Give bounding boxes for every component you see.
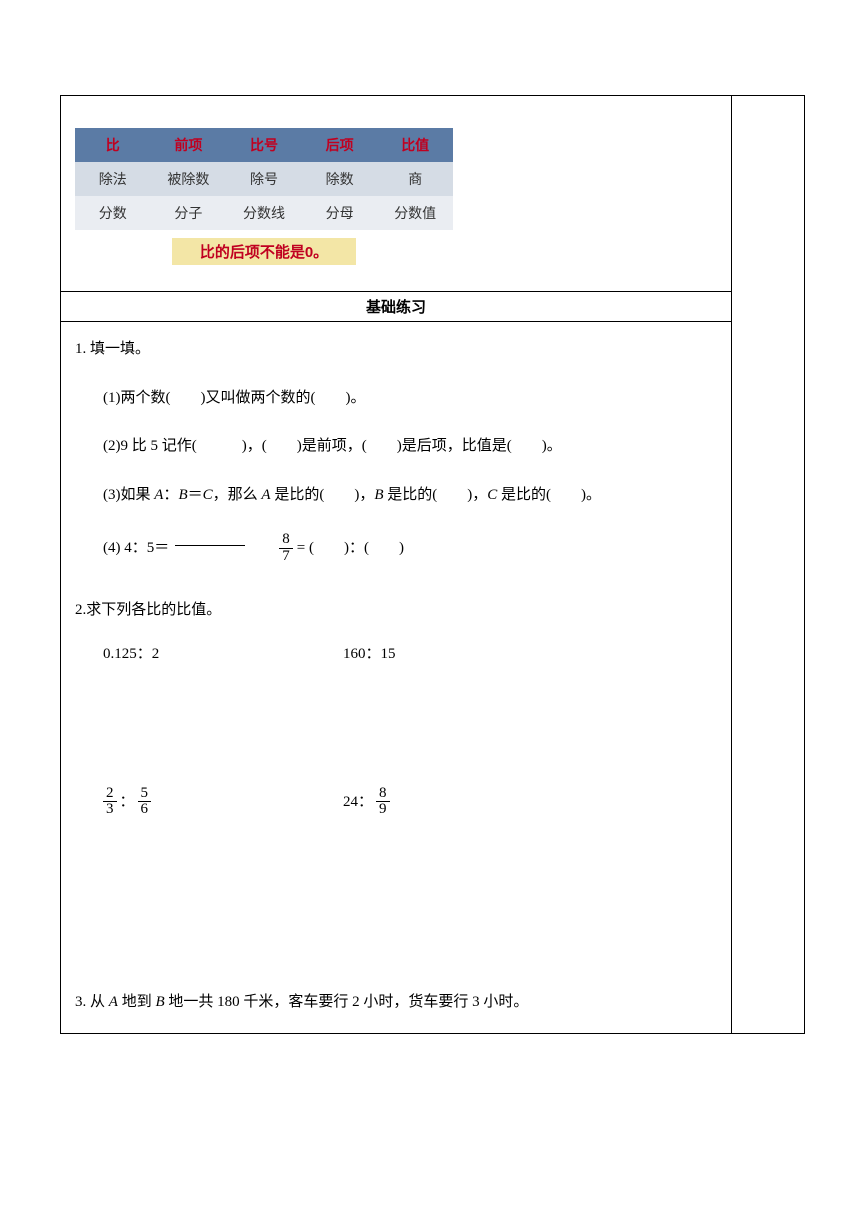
fraction-8-9: 8 9 (376, 786, 390, 819)
q2-d: 24： 8 9 (343, 786, 583, 819)
q1-1: (1)两个数( )又叫做两个数的( )。 (103, 387, 717, 410)
fraction-5-6: 5 6 (138, 786, 152, 819)
text: 是比的( )， (384, 487, 488, 503)
q2-b: 160：15 (343, 643, 583, 666)
table-header-row: 比 前项 比号 后项 比值 (75, 128, 453, 162)
fraction-8-7: 8 7 (279, 532, 293, 565)
q2-row2: 2 3 ： 5 6 24： 8 9 (103, 786, 717, 819)
denominator: 7 (279, 549, 293, 565)
q1-3: (3)如果 A：B＝C，那么 A 是比的( )，B 是比的( )，C 是比的( … (103, 484, 717, 507)
q2-c: 2 3 ： 5 6 (103, 786, 343, 819)
text: (4) 4：5＝ (103, 537, 169, 560)
table-row: 分数 分子 分数线 分母 分数值 (75, 196, 453, 230)
q2-stem: 2.求下列各比的比值。 (75, 599, 717, 622)
numerator: 8 (376, 786, 390, 803)
var-A: A (109, 994, 118, 1010)
text: ＝ (188, 487, 203, 503)
text: ，那么 (213, 487, 262, 503)
q2-a: 0.125：2 (103, 643, 343, 666)
cell: 分数线 (226, 196, 302, 230)
cell: 分母 (302, 196, 378, 230)
text: 24： (343, 791, 373, 814)
left-column: 比 前项 比号 后项 比值 除法 被除数 除号 除数 商 分数 (61, 96, 732, 978)
table-row: 除法 被除数 除号 除数 商 (75, 162, 453, 196)
worksheet-main-frame: 比 前项 比号 后项 比值 除法 被除数 除号 除数 商 分数 (60, 95, 805, 978)
comparison-table-section: 比 前项 比号 后项 比值 除法 被除数 除号 除数 商 分数 (61, 96, 731, 291)
text: 是比的( )， (271, 487, 375, 503)
denominator: 6 (138, 802, 152, 818)
table-note-wrap: 比的后项不能是0。 (75, 234, 453, 269)
cell: 分子 (151, 196, 227, 230)
var-C: C (203, 487, 213, 503)
denominator: 9 (376, 802, 390, 818)
hdr-houxiang: 后项 (302, 128, 378, 162)
cell: 除号 (226, 162, 302, 196)
cell: 除数 (302, 162, 378, 196)
text: 地到 (118, 994, 156, 1010)
worksheet-bottom-frame: 3. 从 A 地到 B 地一共 180 千米，客车要行 2 小时，货车要行 3 … (60, 978, 805, 1034)
right-margin-column (732, 978, 804, 1033)
hdr-bihao: 比号 (226, 128, 302, 162)
var-B: B (155, 994, 164, 1010)
text: ： (163, 487, 178, 503)
cell: 除法 (75, 162, 151, 196)
hdr-bi: 比 (75, 128, 151, 162)
q1-4: (4) 4：5＝ 8 7 = ( )：( ) (103, 532, 717, 565)
numerator: 2 (103, 786, 117, 803)
text: 地一共 180 千米，客车要行 2 小时，货车要行 3 小时。 (165, 994, 529, 1010)
cell: 商 (377, 162, 453, 196)
exercise-area: 1. 填一填。 (1)两个数( )又叫做两个数的( )。 (2)9 比 5 记作… (61, 322, 731, 978)
var-C: C (487, 487, 497, 503)
denominator: 3 (103, 802, 117, 818)
q3: 3. 从 A 地到 B 地一共 180 千米，客车要行 2 小时，货车要行 3 … (61, 978, 732, 1033)
blank-line[interactable] (175, 545, 245, 546)
cell: 分数值 (377, 196, 453, 230)
section-title: 基础练习 (61, 291, 731, 322)
text: (3)如果 (103, 487, 154, 503)
q2-row1: 0.125：2 160：15 (103, 643, 717, 666)
cell: 被除数 (151, 162, 227, 196)
cell: 分数 (75, 196, 151, 230)
hdr-qianxiang: 前项 (151, 128, 227, 162)
numerator: 5 (138, 786, 152, 803)
var-A: A (261, 487, 270, 503)
text: 3. 从 (75, 994, 109, 1010)
var-B: B (178, 487, 187, 503)
text: 是比的( )。 (497, 487, 601, 503)
comparison-table: 比 前项 比号 后项 比值 除法 被除数 除号 除数 商 分数 (75, 128, 453, 230)
numerator: 8 (279, 532, 293, 549)
q1-2: (2)9 比 5 记作( )，( )是前项，( )是后项，比值是( )。 (103, 435, 717, 458)
q1-stem: 1. 填一填。 (75, 338, 717, 361)
hdr-bizhi: 比值 (377, 128, 453, 162)
var-B: B (374, 487, 383, 503)
colon: ： (120, 791, 135, 814)
right-margin-column (732, 96, 804, 978)
text: = ( )：( ) (297, 537, 404, 560)
table-note: 比的后项不能是0。 (172, 238, 356, 265)
fraction-2-3: 2 3 (103, 786, 117, 819)
